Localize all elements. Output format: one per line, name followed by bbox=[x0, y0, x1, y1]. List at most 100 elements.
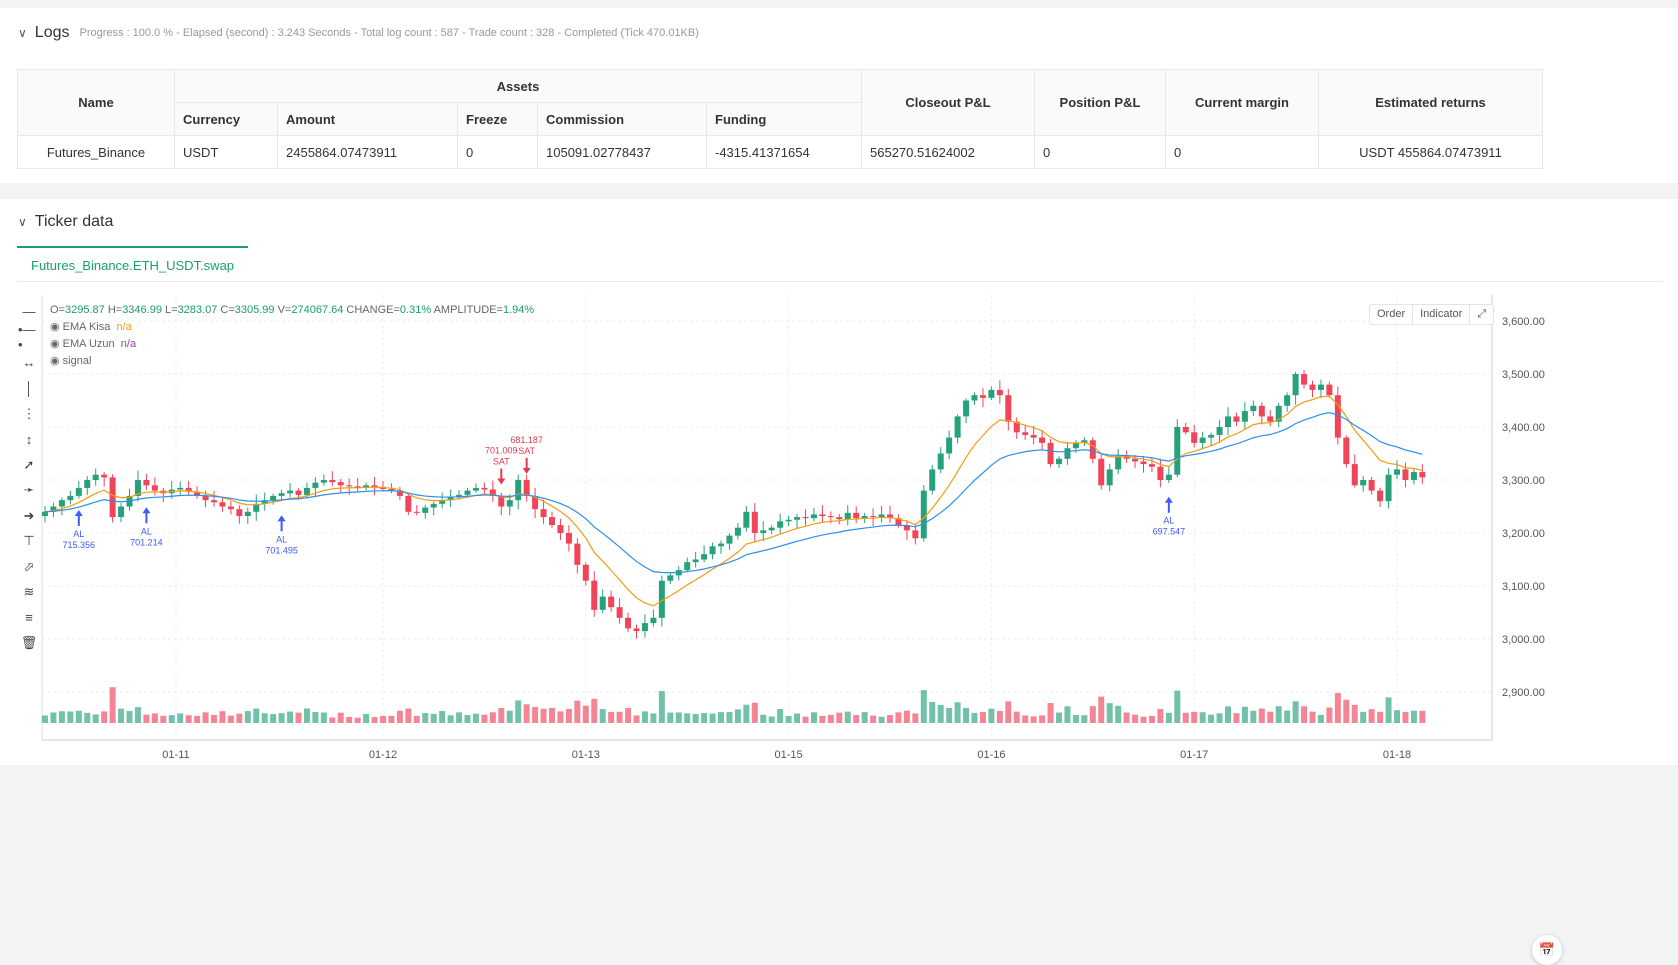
volume-bar bbox=[608, 711, 615, 723]
eye-icon[interactable]: ◉ bbox=[50, 321, 60, 333]
ray-line-icon[interactable]: ➛ bbox=[18, 478, 40, 504]
volume-bar bbox=[667, 712, 674, 723]
parallel-channel-icon[interactable]: ⬀ bbox=[18, 554, 40, 580]
volume-bar bbox=[684, 713, 691, 723]
candle-body bbox=[211, 500, 217, 503]
trash-icon[interactable]: 🗑 bbox=[18, 631, 40, 657]
volume-bar bbox=[751, 702, 758, 723]
volume-bar bbox=[861, 712, 868, 723]
volume-bar bbox=[489, 712, 496, 723]
candle-body bbox=[337, 482, 344, 486]
volume-bar bbox=[134, 707, 141, 723]
candle-body bbox=[1241, 411, 1248, 422]
buy-signal-label: AL bbox=[276, 534, 287, 544]
volume-bar bbox=[1225, 706, 1231, 723]
indicator-signal[interactable]: ◉ signal bbox=[50, 353, 534, 370]
candle-body bbox=[1233, 416, 1240, 422]
candlestick-chart[interactable]: 3,600.00 3,500.00 3,400.00 3,300.00 3,200.00… bbox=[0, 199, 1678, 765]
indicator-ema-uzun[interactable]: ◉ EMA Uzun n/a bbox=[50, 336, 534, 353]
volume-bar bbox=[929, 701, 936, 723]
volume-bar bbox=[1377, 711, 1384, 723]
vertical-segment-icon[interactable]: ↕ bbox=[18, 427, 40, 453]
volume-bar bbox=[912, 713, 919, 723]
header-amount: Amount bbox=[277, 102, 458, 136]
order-button[interactable]: Order bbox=[1370, 305, 1414, 324]
chevron-down-icon[interactable]: ∨ bbox=[18, 26, 27, 40]
candle-body bbox=[726, 535, 733, 544]
indicator-button[interactable]: Indicator bbox=[1413, 305, 1471, 324]
candle-body bbox=[870, 516, 877, 518]
indicator-name: signal bbox=[62, 355, 92, 367]
volume-bar bbox=[810, 712, 817, 723]
candle-body bbox=[802, 517, 809, 519]
vertical-line-icon[interactable]: ⋮ bbox=[18, 401, 40, 427]
volume-bar bbox=[540, 708, 547, 723]
volume-bar bbox=[126, 710, 133, 723]
volume-bar bbox=[1326, 707, 1333, 723]
horizontal-segment-icon[interactable]: ↔ bbox=[18, 350, 40, 376]
volume-bar bbox=[963, 707, 970, 723]
candle-body bbox=[768, 527, 775, 531]
logs-header[interactable]: ∨ Logs Progress : 100.0 % - Elapsed (sec… bbox=[18, 24, 699, 42]
low-value: 3283.07 bbox=[177, 304, 218, 316]
y-tick-label: 3,400.00 bbox=[1502, 422, 1545, 434]
candle-body bbox=[177, 487, 184, 490]
candle-body bbox=[1317, 384, 1324, 390]
volume-bar bbox=[996, 710, 1003, 723]
calendar-button[interactable]: 📅 bbox=[1532, 935, 1562, 965]
candle-body bbox=[988, 389, 995, 398]
candle-body bbox=[1368, 480, 1375, 491]
volume-bar bbox=[380, 715, 386, 723]
candle-body bbox=[1047, 442, 1054, 465]
candle-body bbox=[836, 517, 843, 520]
cell-margin: 0 bbox=[1165, 135, 1319, 169]
candle-body bbox=[1089, 440, 1096, 459]
volume-bar bbox=[1081, 715, 1088, 723]
volume-bar bbox=[971, 712, 978, 723]
volume-bar bbox=[168, 715, 175, 723]
straight-line-icon[interactable]: ➜ bbox=[18, 503, 40, 529]
eye-icon[interactable]: ◉ bbox=[50, 338, 60, 350]
fullscreen-icon[interactable]: ⤢ bbox=[1470, 305, 1493, 324]
volume-bar bbox=[633, 715, 640, 723]
candle-body bbox=[1394, 469, 1400, 475]
volume-bar bbox=[1165, 712, 1172, 723]
volume-bar bbox=[701, 713, 708, 723]
price-line-icon[interactable]: ⊤ bbox=[18, 529, 40, 555]
x-tick-label: 01-17 bbox=[1180, 749, 1208, 761]
volume-bar bbox=[582, 705, 589, 723]
buy-arrow-icon bbox=[277, 515, 286, 532]
trend-line-icon[interactable]: ➚ bbox=[18, 452, 40, 478]
candle-body bbox=[1267, 416, 1274, 422]
vertical-ray-icon[interactable]: │ bbox=[18, 376, 40, 402]
candle-body bbox=[312, 482, 319, 488]
candle-body bbox=[794, 517, 801, 520]
buy-signal-label: AL bbox=[141, 526, 152, 536]
fib-lines-icon[interactable]: ≋ bbox=[18, 580, 40, 606]
sell-signal-label: SAT bbox=[518, 446, 535, 456]
candle-body bbox=[937, 453, 944, 470]
candle-body bbox=[777, 521, 784, 528]
candle-body bbox=[1022, 432, 1029, 435]
volume-bar bbox=[532, 706, 539, 723]
volume-bar bbox=[1402, 711, 1409, 723]
volume-bar bbox=[903, 710, 910, 723]
x-tick-label: 01-11 bbox=[162, 749, 189, 761]
volume-bar bbox=[143, 714, 150, 723]
candle-body bbox=[1284, 395, 1291, 406]
volume-bar bbox=[1013, 711, 1020, 723]
ema-long-line bbox=[44, 411, 1423, 574]
volume-bar bbox=[287, 711, 294, 723]
fib-retracement-icon[interactable]: ≡ bbox=[18, 605, 40, 631]
candle-body bbox=[540, 509, 547, 518]
x-tick-label: 01-15 bbox=[775, 749, 803, 761]
horizontal-line-icon[interactable]: •—• bbox=[18, 322, 40, 352]
horizontal-ray-icon[interactable]: — bbox=[18, 299, 40, 325]
cell-funding: -4315.41371654 bbox=[706, 135, 862, 169]
volume-bar bbox=[405, 708, 412, 723]
volume-bar bbox=[920, 690, 927, 723]
candle-body bbox=[202, 495, 209, 501]
candle-body bbox=[1292, 374, 1299, 396]
indicator-ema-kisa[interactable]: ◉ EMA Kisa n/a bbox=[50, 319, 534, 336]
eye-icon[interactable]: ◉ bbox=[50, 355, 60, 367]
